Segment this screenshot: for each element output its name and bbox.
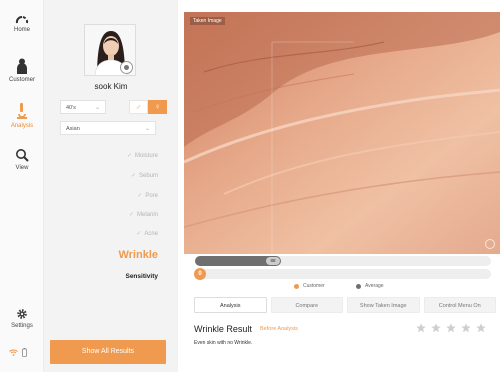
show-all-results-button[interactable]: Show All Results (50, 340, 166, 364)
result-description: Even skin with no Wrinkle. (194, 340, 253, 346)
customer-panel: sook Kim 40's ⌄ ♂ ♀ Asian ⌄ ✓ Moisture ✓ S… (44, 0, 178, 372)
analysis-item-label: Moisture (134, 153, 158, 159)
star-icon (416, 323, 426, 333)
result-status: Before Analysis (260, 326, 298, 332)
image-tag: Taken Image (190, 17, 225, 25)
device-status (9, 348, 27, 357)
age-group-select[interactable]: 40's ⌄ (60, 100, 106, 114)
check-icon: ✓ (130, 173, 136, 179)
check-icon: ✓ (128, 212, 134, 218)
analysis-item-pore[interactable]: ✓ Pore (137, 192, 158, 199)
legend-average: Average (356, 283, 384, 289)
nav-settings-label: Settings (11, 323, 33, 329)
zoom-icon[interactable] (485, 239, 495, 249)
analysis-item-label: Acne (144, 231, 158, 237)
male-toggle[interactable]: ♂ (129, 100, 148, 114)
star-icon (431, 323, 441, 333)
analysis-item-label: Melanin (136, 212, 158, 218)
analysis-icon (17, 103, 27, 119)
analysis-item-label: Sebum (138, 173, 158, 179)
action-tabs: Analysis Compare Show Taken Image Contro… (194, 297, 496, 313)
analysis-item-label: Wrinkle (118, 249, 158, 261)
star-icon (461, 323, 471, 333)
wifi-icon (9, 349, 18, 356)
legend-customer-label: Customer (303, 283, 325, 289)
nav-analysis-label: Analysis (10, 123, 34, 129)
age-group-value: 40's (66, 105, 76, 111)
customer-score-value: 0 (194, 268, 206, 280)
average-dot-icon (356, 283, 361, 289)
nav-analysis[interactable]: Analysis (0, 102, 44, 129)
chevron-down-icon: ⌄ (144, 126, 150, 132)
customer-score-bar: 0 (194, 268, 491, 280)
legend-average-label: Average (365, 283, 384, 289)
average-score-bar: 88 (195, 256, 491, 266)
analysis-item-sebum[interactable]: ✓ Sebum (131, 172, 158, 179)
tab-show-taken-image[interactable]: Show Taken Image (347, 297, 420, 313)
analysis-item-wrinkle[interactable]: Wrinkle (118, 249, 158, 261)
analysis-item-acne[interactable]: ✓ Acne (136, 230, 158, 237)
nav-customer-label: Customer (8, 77, 35, 83)
customer-name: sook Kim (94, 82, 128, 91)
main-area: Taken Image 88 0 Customer Average Analys… (184, 8, 500, 372)
ethnicity-select[interactable]: Asian ⌄ (60, 121, 156, 135)
nav-view-label: View (15, 165, 29, 171)
check-icon: ✓ (137, 193, 143, 199)
nav-home[interactable]: Home (0, 14, 44, 33)
nav-settings[interactable]: Settings (0, 308, 44, 329)
female-icon: ♀ (154, 102, 161, 111)
tab-analysis[interactable]: Analysis (194, 297, 267, 313)
nav-view[interactable]: View (0, 148, 44, 171)
average-score-value: 88 (266, 257, 280, 265)
check-icon: ✓ (136, 231, 142, 237)
battery-icon (22, 348, 27, 357)
customer-dot-icon (294, 283, 299, 289)
camera-icon[interactable] (120, 61, 133, 74)
analysis-item-melanin[interactable]: ✓ Melanin (129, 211, 158, 218)
chevron-down-icon: ⌄ (94, 105, 100, 111)
skin-photo (184, 12, 500, 254)
star-icon (446, 323, 456, 333)
analysis-item-moisture[interactable]: ✓ Moisture (127, 152, 158, 159)
nav-customer[interactable]: Customer (0, 58, 44, 83)
analysis-item-label: Pore (145, 193, 158, 199)
star-icon (476, 323, 486, 333)
nav-home-label: Home (13, 27, 30, 33)
result-title: Wrinkle Result (194, 324, 252, 334)
female-toggle[interactable]: ♀ (148, 100, 167, 114)
home-icon (15, 16, 29, 24)
legend-customer: Customer (294, 283, 325, 289)
gear-icon (17, 309, 27, 319)
analysis-item-label: Sensitivity (125, 273, 158, 280)
check-icon: ✓ (126, 153, 132, 159)
ethnicity-value: Asian (66, 126, 80, 132)
analysis-item-sensitivity[interactable]: Sensitivity (125, 273, 158, 280)
customer-icon (17, 58, 27, 74)
tab-compare[interactable]: Compare (270, 297, 343, 313)
skin-image[interactable]: Taken Image (184, 12, 500, 254)
tab-control-menu[interactable]: Control Menu On (423, 297, 496, 313)
male-icon: ♂ (135, 103, 142, 112)
view-icon (16, 149, 29, 162)
result-rating (416, 323, 486, 333)
left-nav: Home Customer Analysis View Settings (0, 0, 44, 372)
